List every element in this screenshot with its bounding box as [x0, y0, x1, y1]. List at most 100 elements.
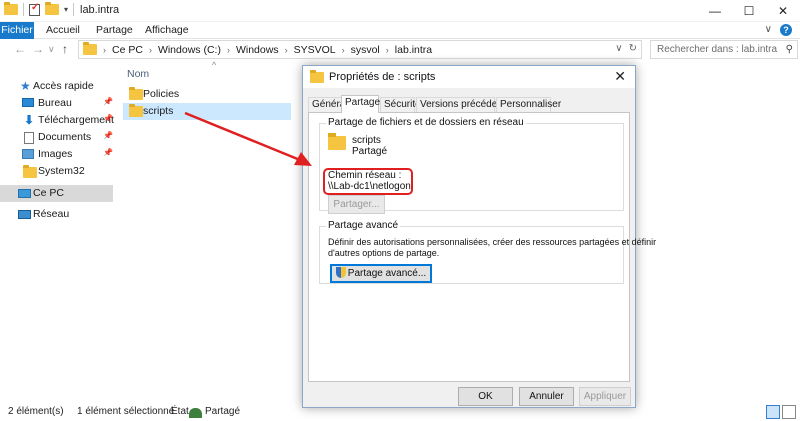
sidebar-item-label: Ce PC — [33, 187, 64, 199]
large-icons-view-icon[interactable] — [782, 405, 796, 419]
ribbon-controls: ∨ ? — [765, 24, 792, 36]
breadcrumb-item[interactable]: SYSVOL — [294, 44, 336, 56]
breadcrumb-item[interactable]: Ce PC — [112, 44, 143, 56]
button-label: Partage avancé... — [347, 268, 427, 279]
properties-dialog: Propriétés de : scripts ✕ Général Partag… — [302, 65, 656, 408]
shared-folder-state: Partagé — [352, 146, 388, 157]
sidebar-item-images[interactable]: Images 📌 — [0, 146, 113, 163]
selection-count: 1 élément sélectionné — [77, 406, 175, 417]
divider — [23, 3, 24, 16]
tab-versions-precedentes[interactable]: Versions précédentes — [416, 97, 516, 112]
tab-panel-partage: Partage de fichiers et de dossiers en ré… — [308, 112, 656, 382]
tab-affichage[interactable]: Affichage — [139, 22, 195, 39]
expand-ribbon-icon[interactable]: ∨ — [765, 24, 772, 36]
advanced-sharing-group: Partage avancé Définir des autorisations… — [319, 220, 656, 284]
tab-accueil[interactable]: Accueil — [40, 22, 86, 39]
dialog-title: Propriétés de : scripts — [329, 71, 436, 83]
sidebar-item-reseau[interactable]: Réseau — [0, 206, 113, 223]
folder-icon — [4, 2, 18, 15]
quick-access-toolbar: ▾ — [4, 2, 75, 16]
title-bar: ▾ lab.intra — ☐ ✕ — [0, 0, 800, 22]
up-icon[interactable]: ↑ — [62, 42, 68, 56]
ribbon-tabs: Fichier Accueil Partage Affichage ∨ ? — [0, 22, 800, 39]
breadcrumb-separator: › — [148, 44, 152, 55]
advanced-sharing-description: d'autres options de partage. — [328, 248, 440, 258]
desktop-icon — [22, 98, 34, 107]
computer-icon — [18, 189, 31, 198]
dialog-close-button[interactable]: ✕ — [614, 68, 626, 85]
pin-icon: 📌 — [103, 148, 113, 157]
folder-icon — [83, 42, 97, 55]
breadcrumb-item[interactable]: Windows — [236, 44, 279, 56]
tab-securite[interactable]: Sécurité — [380, 97, 421, 112]
pictures-icon — [22, 149, 34, 159]
navigation-bar: ← → ∨ ↑ › Ce PC › Windows (C:) › Windows… — [0, 39, 800, 61]
details-view-icon[interactable] — [766, 405, 780, 419]
pin-icon: 📌 — [103, 114, 113, 123]
address-controls: ∨ ↻ — [615, 43, 637, 54]
folder-icon — [328, 133, 346, 150]
sidebar-item-quick-access[interactable]: ★ Accès rapide — [0, 78, 113, 95]
list-item-label: Policies — [143, 88, 180, 100]
new-folder-icon[interactable] — [45, 2, 59, 15]
pin-icon: 📌 — [103, 97, 113, 106]
address-bar[interactable]: › Ce PC › Windows (C:) › Windows › SYSVO… — [78, 40, 642, 59]
back-icon[interactable]: ← — [14, 42, 26, 56]
maximize-button[interactable]: ☐ — [732, 0, 766, 22]
sidebar-item-bureau[interactable]: Bureau 📌 — [0, 95, 113, 112]
cancel-button[interactable]: Annuler — [519, 387, 574, 406]
recent-locations-icon[interactable]: ∨ — [48, 44, 55, 55]
pin-icon: 📌 — [103, 131, 113, 140]
sidebar-item-label: Accès rapide — [33, 80, 94, 92]
sidebar-item-label: Bureau — [38, 97, 72, 109]
breadcrumb-item[interactable]: Windows (C:) — [158, 44, 221, 56]
ok-button[interactable]: OK — [458, 387, 513, 406]
tab-partage[interactable]: Partage — [90, 22, 139, 39]
sidebar-item-telechargements[interactable]: ⬇ Téléchargement 📌 — [0, 112, 114, 129]
share-button[interactable]: Partager... — [328, 195, 385, 214]
breadcrumb-separator: › — [103, 44, 106, 55]
sidebar-item-system32[interactable]: System32 — [0, 163, 113, 180]
folder-icon — [23, 165, 37, 178]
tab-general[interactable]: Général — [308, 97, 348, 112]
list-item[interactable]: scripts — [123, 103, 291, 120]
sidebar-item-ce-pc[interactable]: Ce PC — [0, 185, 113, 202]
navigation-pane: ★ Accès rapide Bureau 📌 ⬇ Téléchargement… — [0, 70, 114, 400]
sort-ascending-icon: ^ — [212, 60, 217, 70]
network-sharing-group: Partage de fichiers et de dossiers en ré… — [319, 117, 624, 214]
customize-toolbar-icon[interactable]: ▾ — [64, 5, 68, 14]
search-input[interactable]: Rechercher dans : lab.intra ⚲ — [650, 40, 798, 59]
list-item[interactable]: Policies — [123, 86, 291, 103]
tab-personnaliser[interactable]: Personnaliser — [496, 97, 561, 112]
help-icon[interactable]: ? — [780, 24, 792, 36]
tab-fichier[interactable]: Fichier — [0, 22, 34, 39]
star-icon: ★ — [20, 79, 31, 93]
list-item-label: scripts — [143, 105, 174, 117]
minimize-button[interactable]: — — [698, 0, 732, 22]
view-buttons — [766, 405, 796, 419]
apply-button[interactable]: Appliquer — [579, 387, 631, 406]
uac-shield-icon — [335, 267, 346, 278]
advanced-sharing-button[interactable]: Partage avancé... — [330, 264, 432, 283]
annotation-highlight-box — [323, 168, 413, 195]
network-icon — [18, 210, 31, 219]
breadcrumb-item[interactable]: sysvol — [351, 44, 380, 56]
search-placeholder: Rechercher dans : lab.intra — [657, 44, 778, 55]
properties-icon[interactable] — [29, 2, 40, 16]
sidebar-item-documents[interactable]: Documents 📌 — [0, 129, 113, 146]
window-controls: — ☐ ✕ — [698, 0, 800, 22]
item-count: 2 élément(s) — [8, 406, 64, 417]
column-header-name[interactable]: Nom — [127, 68, 149, 80]
sidebar-item-label: Images — [38, 148, 73, 160]
forward-icon[interactable]: → — [32, 42, 44, 56]
close-button[interactable]: ✕ — [766, 0, 800, 22]
folder-icon — [129, 87, 143, 100]
address-dropdown-icon[interactable]: ∨ — [615, 43, 622, 54]
sidebar-item-label: Documents — [38, 131, 92, 143]
breadcrumb-item[interactable]: lab.intra — [395, 44, 432, 56]
breadcrumb-separator: › — [385, 44, 389, 55]
refresh-icon[interactable]: ↻ — [629, 43, 637, 54]
sidebar-item-label: Réseau — [33, 208, 70, 220]
tab-partage[interactable]: Partage — [341, 95, 380, 113]
document-icon — [24, 132, 34, 144]
